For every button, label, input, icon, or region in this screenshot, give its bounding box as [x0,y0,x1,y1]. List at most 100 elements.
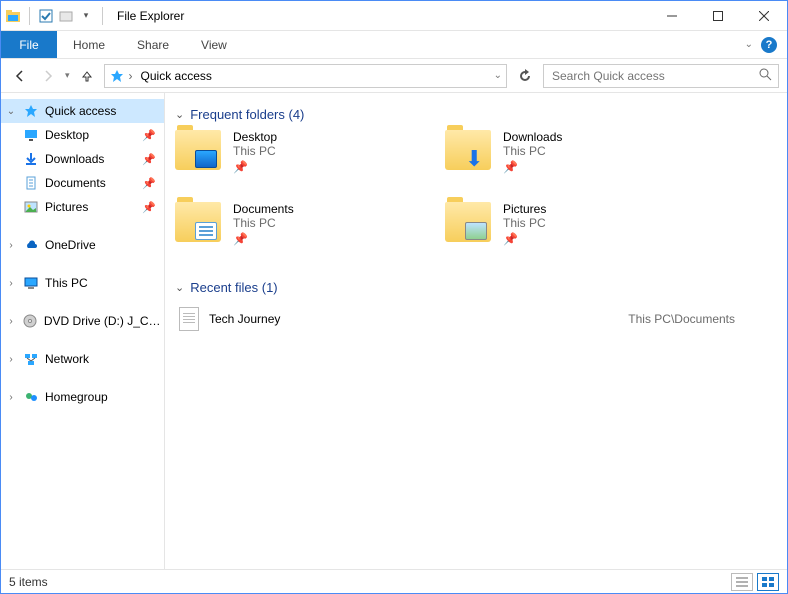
chevron-right-icon[interactable]: › [129,69,133,83]
file-explorer-window: ▾ File Explorer File Home Share View ⌄ ?… [0,0,788,594]
pin-icon: 📌 [233,160,277,174]
recent-file-row[interactable]: Tech Journey This PC\Documents [175,303,735,335]
sidebar-item-dvd-drive[interactable]: › DVD Drive (D:) J_CPRA [1,309,164,333]
sidebar-item-this-pc[interactable]: › This PC [1,271,164,295]
forward-button[interactable] [37,65,59,87]
tab-home[interactable]: Home [57,31,121,58]
qat-dropdown-icon[interactable]: ▾ [78,8,94,24]
frequent-folders-header[interactable]: ⌄ Frequent folders (4) [175,107,777,122]
folder-location: This PC [503,144,562,158]
window-title: File Explorer [117,9,184,23]
pin-icon: 📌 [142,201,156,214]
picture-icon [23,199,39,215]
folder-icon [175,130,221,170]
address-bar[interactable]: › Quick access ⌄ [104,64,507,88]
sidebar-item-downloads[interactable]: Downloads 📌 [1,147,164,171]
homegroup-icon [23,389,39,405]
sidebar-item-onedrive[interactable]: › OneDrive [1,233,164,257]
chevron-right-icon[interactable]: › [5,278,17,289]
body: ⌄ Quick access Desktop 📌 Downloads 📌 Doc… [1,93,787,569]
folder-name: Documents [233,202,294,216]
chevron-down-icon[interactable]: ⌄ [175,281,184,294]
folder-location: This PC [233,144,277,158]
sidebar-item-label: Homegroup [45,390,108,404]
sidebar-item-network[interactable]: › Network [1,347,164,371]
folder-tile-pictures[interactable]: Pictures This PC 📌 [445,202,695,258]
folder-name: Downloads [503,130,562,144]
recent-locations-dropdown[interactable]: ▾ [65,70,70,81]
sidebar-item-label: Network [45,352,89,366]
sidebar-item-homegroup[interactable]: › Homegroup [1,385,164,409]
search-box[interactable] [543,64,779,88]
tab-share[interactable]: Share [121,31,185,58]
ribbon: File Home Share View ⌄ ? [1,31,787,59]
recent-file-location: This PC\Documents [628,312,735,326]
sidebar-item-label: Quick access [45,104,116,118]
section-title: Frequent folders (4) [190,107,304,122]
chevron-right-icon[interactable]: › [5,240,17,251]
chevron-right-icon[interactable]: › [5,354,17,365]
app-icon [5,8,21,24]
view-large-icons-button[interactable] [757,573,779,591]
folder-location: This PC [503,216,546,230]
pin-icon: 📌 [233,232,294,246]
folder-tile-desktop[interactable]: Desktop This PC 📌 [175,130,425,186]
document-icon [23,175,39,191]
ribbon-expand-icon[interactable]: ⌄ [745,39,753,50]
disc-icon [23,313,38,329]
help-icon[interactable]: ? [761,37,777,53]
recent-files-header[interactable]: ⌄ Recent files (1) [175,280,777,295]
cloud-icon [23,237,39,253]
breadcrumb[interactable]: Quick access [137,69,216,83]
address-dropdown-icon[interactable]: ⌄ [494,70,502,81]
sidebar-item-label: This PC [45,276,88,290]
chevron-down-icon[interactable]: ⌄ [5,106,17,117]
maximize-button[interactable] [695,1,741,31]
search-input[interactable] [550,68,758,84]
download-icon [23,151,39,167]
sidebar-item-label: Documents [45,176,106,190]
document-icon [179,307,199,331]
tab-view[interactable]: View [185,31,243,58]
navigation-row: ▾ › Quick access ⌄ [1,59,787,93]
folder-tile-documents[interactable]: Documents This PC 📌 [175,202,425,258]
folder-icon [445,202,491,242]
chevron-right-icon[interactable]: › [5,392,17,403]
search-icon [758,67,772,84]
sidebar-item-label: Desktop [45,128,89,142]
window-controls [649,1,787,31]
network-icon [23,351,39,367]
up-button[interactable] [76,65,98,87]
titlebar: ▾ File Explorer [1,1,787,31]
pin-icon: 📌 [142,177,156,190]
pin-icon: 📌 [503,160,562,174]
section-title: Recent files (1) [190,280,277,295]
qat-newfolder-icon[interactable] [58,8,74,24]
desktop-icon [23,127,39,143]
sidebar-item-documents[interactable]: Documents 📌 [1,171,164,195]
minimize-button[interactable] [649,1,695,31]
view-details-button[interactable] [731,573,753,591]
recent-file-name: Tech Journey [209,312,280,326]
folder-icon: ⬇ [445,130,491,170]
pc-icon [23,275,39,291]
file-tab[interactable]: File [1,31,57,58]
sidebar-item-label: OneDrive [45,238,96,252]
frequent-folders-grid: Desktop This PC 📌 ⬇ Downloads This PC 📌 [175,130,695,258]
sidebar-item-quick-access[interactable]: ⌄ Quick access [1,99,164,123]
qat-properties-icon[interactable] [38,8,54,24]
status-bar: 5 items [1,569,787,593]
sidebar-item-desktop[interactable]: Desktop 📌 [1,123,164,147]
back-button[interactable] [9,65,31,87]
refresh-button[interactable] [513,64,537,88]
close-button[interactable] [741,1,787,31]
chevron-right-icon[interactable]: › [5,316,17,327]
navigation-pane: ⌄ Quick access Desktop 📌 Downloads 📌 Doc… [1,93,165,569]
chevron-down-icon[interactable]: ⌄ [175,108,184,121]
sidebar-item-pictures[interactable]: Pictures 📌 [1,195,164,219]
sidebar-item-label: Downloads [45,152,104,166]
folder-location: This PC [233,216,294,230]
sidebar-item-label: DVD Drive (D:) J_CPRA [44,314,164,328]
star-icon [109,68,125,84]
folder-tile-downloads[interactable]: ⬇ Downloads This PC 📌 [445,130,695,186]
